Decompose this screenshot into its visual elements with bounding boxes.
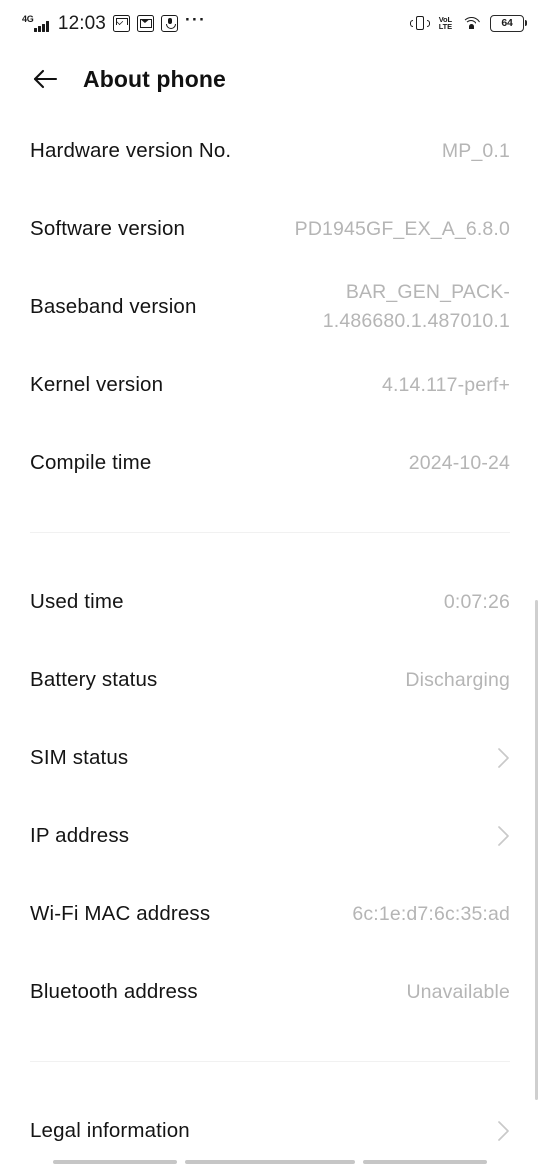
table-row-ip-address[interactable]: IP address [0,797,540,875]
battery-level-label: 64 [501,17,513,29]
scrollbar[interactable] [535,600,538,1100]
row-label: Kernel version [30,373,164,396]
row-value: MP_0.1 [441,139,510,162]
about-phone-screen: 4G 12:03 ··· VoL LTE 64 About phone Hard… [0,0,540,1170]
row-value: 4.14.117-perf+ [381,373,510,396]
chevron-right-icon [497,747,510,769]
row-label: Legal information [30,1119,190,1142]
back-arrow-icon[interactable] [28,62,62,96]
table-row[interactable]: Software version PD1945GF_EX_A_6.8.0 [0,190,540,268]
chevron-right-icon [497,1120,510,1142]
chevron-right-icon [497,825,510,847]
more-notifications-icon: ··· [184,10,207,29]
row-label: IP address [30,824,130,847]
vibrate-icon [409,15,430,31]
status-bar-left: 4G 12:03 ··· [22,10,207,34]
table-row-sim-status[interactable]: SIM status [0,719,540,797]
back-button[interactable] [363,1160,487,1164]
row-label: SIM status [30,746,129,769]
row-label: Software version [30,217,186,240]
section-device-status: Used time 0:07:26 Battery status Dischar… [0,563,540,1031]
wifi-icon [461,16,481,31]
row-label: Bluetooth address [30,980,198,1003]
table-row[interactable]: Bluetooth address Unavailable [0,953,540,1031]
row-value: PD1945GF_EX_A_6.8.0 [294,217,510,240]
signal-strength-bars [34,21,49,32]
home-button[interactable] [185,1160,355,1164]
table-row[interactable]: Hardware version No. MP_0.1 [0,112,540,190]
app-bar: About phone [0,46,540,112]
table-row[interactable]: Kernel version 4.14.117-perf+ [0,346,540,424]
row-label: Used time [30,590,124,613]
row-value: 0:07:26 [443,590,510,613]
table-row[interactable]: Wi-Fi MAC address 6c:1e:d7:6c:35:ad [0,875,540,953]
row-value: Unavailable [406,980,510,1003]
table-row[interactable]: Used time 0:07:26 [0,563,540,641]
section-version-info: Hardware version No. MP_0.1 Software ver… [0,112,540,502]
row-value: Discharging [405,668,510,691]
row-value: 6c:1e:d7:6c:35:ad [352,902,510,925]
row-label: Hardware version No. [30,139,232,162]
mail-read-icon [136,14,154,32]
table-row[interactable]: Compile time 2024-10-24 [0,424,540,502]
battery-icon: 64 [490,14,528,32]
mail-unread-icon [112,14,130,32]
network-type-label: 4G [22,14,34,24]
volte-bottom-label: LTE [438,22,452,31]
navigation-bar [0,1144,540,1170]
status-bar-clock: 12:03 [57,12,106,34]
volte-icon: VoL LTE [438,15,452,31]
row-label: Baseband version [30,295,197,318]
table-row[interactable]: Baseband version BAR_GEN_PACK-1.486680.1… [0,268,540,346]
page-title: About phone [83,65,226,92]
signal-bars-icon: 4G [22,14,49,32]
status-bar-right: VoL LTE 64 [409,14,528,32]
status-bar: 4G 12:03 ··· VoL LTE 64 [0,0,540,46]
row-label: Compile time [30,451,152,474]
row-label: Battery status [30,668,158,691]
recents-button[interactable] [53,1160,177,1164]
row-value: 2024-10-24 [408,451,510,474]
table-row[interactable]: Battery status Discharging [0,641,540,719]
microphone-icon [160,14,178,32]
settings-list[interactable]: Hardware version No. MP_0.1 Software ver… [0,112,540,1170]
row-value: BAR_GEN_PACK-1.486680.1.487010.1 [322,281,510,332]
row-label: Wi-Fi MAC address [30,902,211,925]
